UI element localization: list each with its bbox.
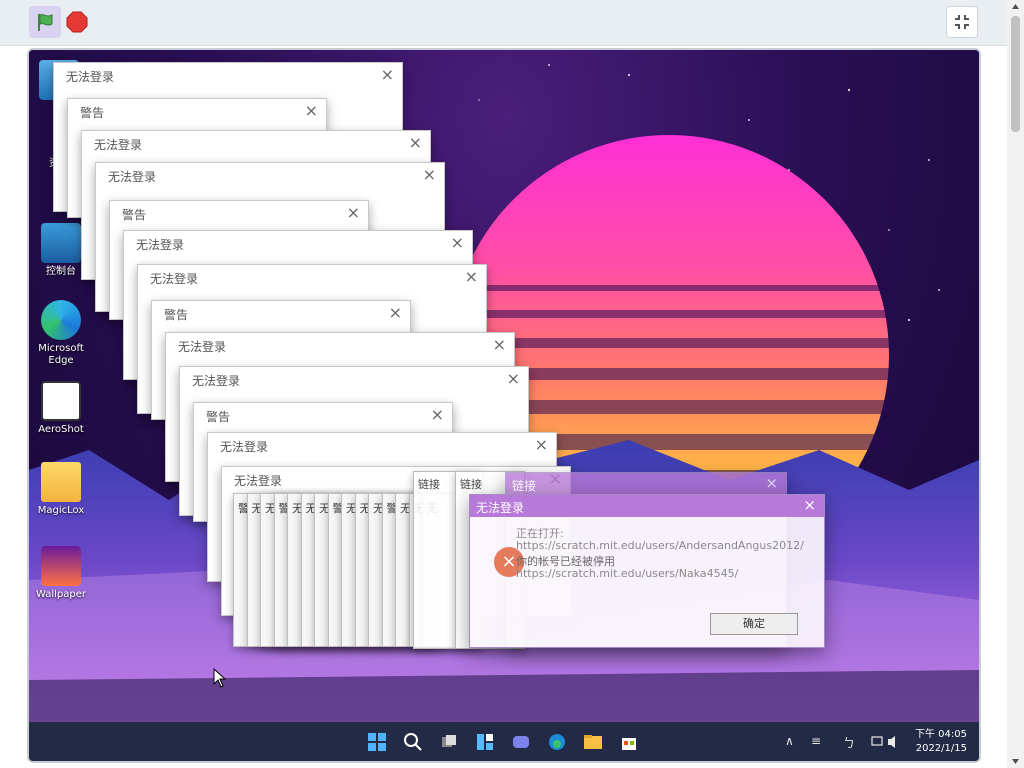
ime-icon[interactable]: ㄅ [843, 734, 855, 751]
close-icon[interactable]: × [347, 203, 360, 222]
close-icon[interactable]: × [423, 165, 436, 184]
window-title: 无法登录 [234, 474, 283, 488]
close-icon[interactable]: × [381, 65, 394, 84]
window-title: 无法登录 [136, 238, 185, 252]
url-text: https://scratch.mit.edu/users/Naka4545/ [516, 567, 739, 580]
folder-icon [41, 462, 81, 502]
dialog-title: 链接 [512, 479, 537, 493]
close-icon[interactable]: × [535, 435, 548, 454]
close-icon[interactable]: × [465, 267, 478, 286]
dialog-titlebar: 无法登录 [470, 495, 824, 517]
clock-date: 2022/1/15 [915, 743, 967, 754]
control-panel-icon [41, 223, 81, 263]
close-icon[interactable]: × [507, 369, 520, 388]
page-scrollbar[interactable] [1007, 0, 1024, 768]
desktop-icon-label: AeroShot [38, 424, 84, 435]
scroll-thumb[interactable] [1011, 16, 1020, 132]
edge-icon[interactable] [547, 732, 567, 752]
close-icon[interactable]: × [431, 405, 444, 424]
window-title: 警告 [164, 308, 189, 322]
scroll-up-icon[interactable] [1011, 2, 1020, 11]
window-title: 链接 [418, 478, 440, 491]
network-volume-icon[interactable] [871, 735, 899, 749]
desktop-icon-folder[interactable]: MagicLox [31, 462, 91, 517]
exit-fullscreen-button[interactable] [946, 6, 978, 38]
project-stage[interactable]: 资源 控制台 Microsoft Edge AeroShot MagicLox … [27, 48, 981, 763]
green-flag-button[interactable] [29, 6, 61, 38]
wallpaper-icon [41, 546, 81, 586]
tray-overflow-icon[interactable]: ∧ [785, 734, 794, 748]
desktop-icon-label: MagicLox [37, 505, 85, 516]
file-explorer-icon[interactable] [583, 732, 603, 752]
windows-taskbar: ∧ ≡ ㄅ 下午 04:05 2022/1/15 [29, 722, 979, 761]
close-icon[interactable]: × [389, 303, 402, 322]
task-view-icon[interactable] [439, 732, 459, 752]
close-icon[interactable]: × [305, 101, 318, 120]
scroll-down-icon[interactable] [1011, 757, 1020, 766]
stop-button[interactable] [66, 11, 88, 33]
login-failed-dialog[interactable]: 无法登录 × × 正在打开: https://scratch.mit.edu/u… [469, 494, 825, 648]
desktop-icon-wallpaper[interactable]: Wallpaper [31, 546, 91, 601]
close-icon[interactable]: × [803, 496, 816, 514]
ok-button[interactable]: 确定 [710, 613, 798, 635]
url-text: https://scratch.mit.edu/users/AndersandA… [516, 539, 804, 552]
desktop-icon-label: Microsoft Edge [38, 343, 84, 366]
close-icon[interactable]: × [409, 133, 422, 152]
widgets-icon[interactable] [475, 732, 495, 752]
close-icon[interactable]: × [451, 233, 464, 252]
stop-sign-icon [66, 11, 88, 33]
window-title: 无法登录 [94, 138, 143, 152]
window-title: 链接 [460, 478, 482, 491]
dialog-title: 无法登录 [476, 501, 525, 515]
window-title: 警告 [206, 410, 231, 424]
aeroshot-icon [41, 381, 81, 421]
exit-fullscreen-icon [955, 15, 969, 29]
green-flag-icon [38, 14, 53, 31]
dialog-titlebar: 链接 [506, 473, 786, 495]
desktop-icon-aeroshot[interactable]: AeroShot [31, 381, 91, 436]
window-title: 警告 [80, 106, 105, 120]
chat-icon[interactable] [511, 732, 531, 752]
store-icon[interactable] [619, 732, 639, 752]
mouse-pointer-icon [213, 668, 227, 688]
edge-icon [41, 300, 81, 340]
clock-time: 下午 04:05 [915, 729, 967, 740]
system-clock[interactable]: 下午 04:05 2022/1/15 [907, 728, 967, 756]
window-title: 无法登录 [220, 440, 269, 454]
start-icon[interactable] [367, 732, 387, 752]
window-title: 无法登录 [192, 374, 241, 388]
close-icon[interactable]: × [493, 335, 506, 354]
close-icon[interactable]: × [765, 474, 778, 492]
tray-menu-icon[interactable]: ≡ [811, 734, 821, 748]
player-toolbar [0, 0, 1024, 46]
window-title: 无法登录 [108, 170, 157, 184]
window-title: 无法登录 [150, 272, 199, 286]
window-title: 警告 [122, 208, 147, 222]
desktop-icon-label: Wallpaper [35, 589, 87, 600]
search-icon[interactable] [403, 732, 423, 752]
window-title: 无法登录 [178, 340, 227, 354]
desktop-icon-edge[interactable]: Microsoft Edge [31, 300, 91, 367]
window-title: 无法登录 [66, 70, 115, 84]
